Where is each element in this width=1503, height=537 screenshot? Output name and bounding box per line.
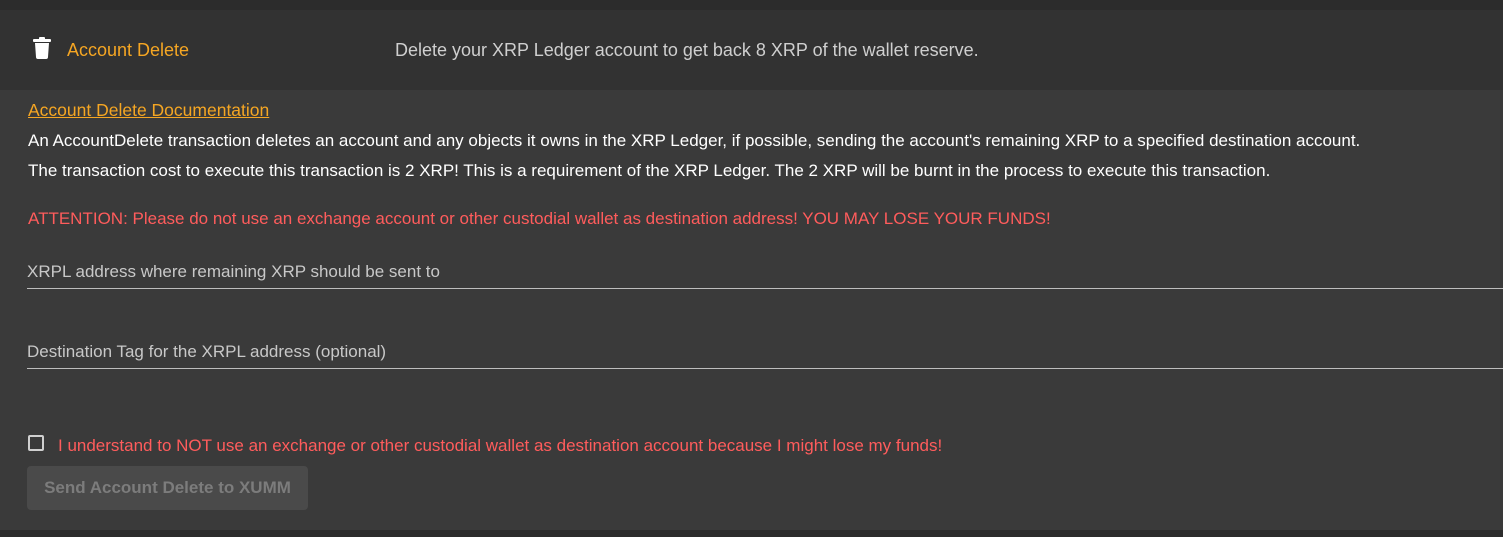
top-divider [0, 0, 1503, 10]
understand-checkbox-label[interactable]: I understand to NOT use an exchange or o… [58, 436, 942, 456]
attention-warning: ATTENTION: Please do not use an exchange… [28, 209, 1051, 228]
destination-address-input[interactable] [27, 262, 1503, 282]
panel-description: Delete your XRP Ledger account to get ba… [395, 40, 979, 60]
send-account-delete-button[interactable]: Send Account Delete to XUMM [27, 466, 308, 510]
bottom-divider [0, 530, 1503, 537]
description-paragraph: An AccountDelete transaction deletes an … [28, 131, 1361, 150]
destination-tag-field[interactable] [27, 328, 1503, 369]
documentation-link[interactable]: Account Delete Documentation [28, 100, 269, 121]
understand-checkbox[interactable] [28, 435, 44, 451]
destination-tag-input[interactable] [27, 342, 1503, 362]
panel-title: Account Delete [67, 40, 190, 60]
trash-icon [33, 37, 51, 59]
panel-header[interactable]: Account Delete Delete your XRP Ledger ac… [0, 10, 1503, 90]
transaction-cost-paragraph: The transaction cost to execute this tra… [28, 161, 1271, 180]
account-delete-panel: Account Delete Delete your XRP Ledger ac… [0, 10, 1503, 530]
destination-address-field[interactable] [27, 248, 1503, 289]
